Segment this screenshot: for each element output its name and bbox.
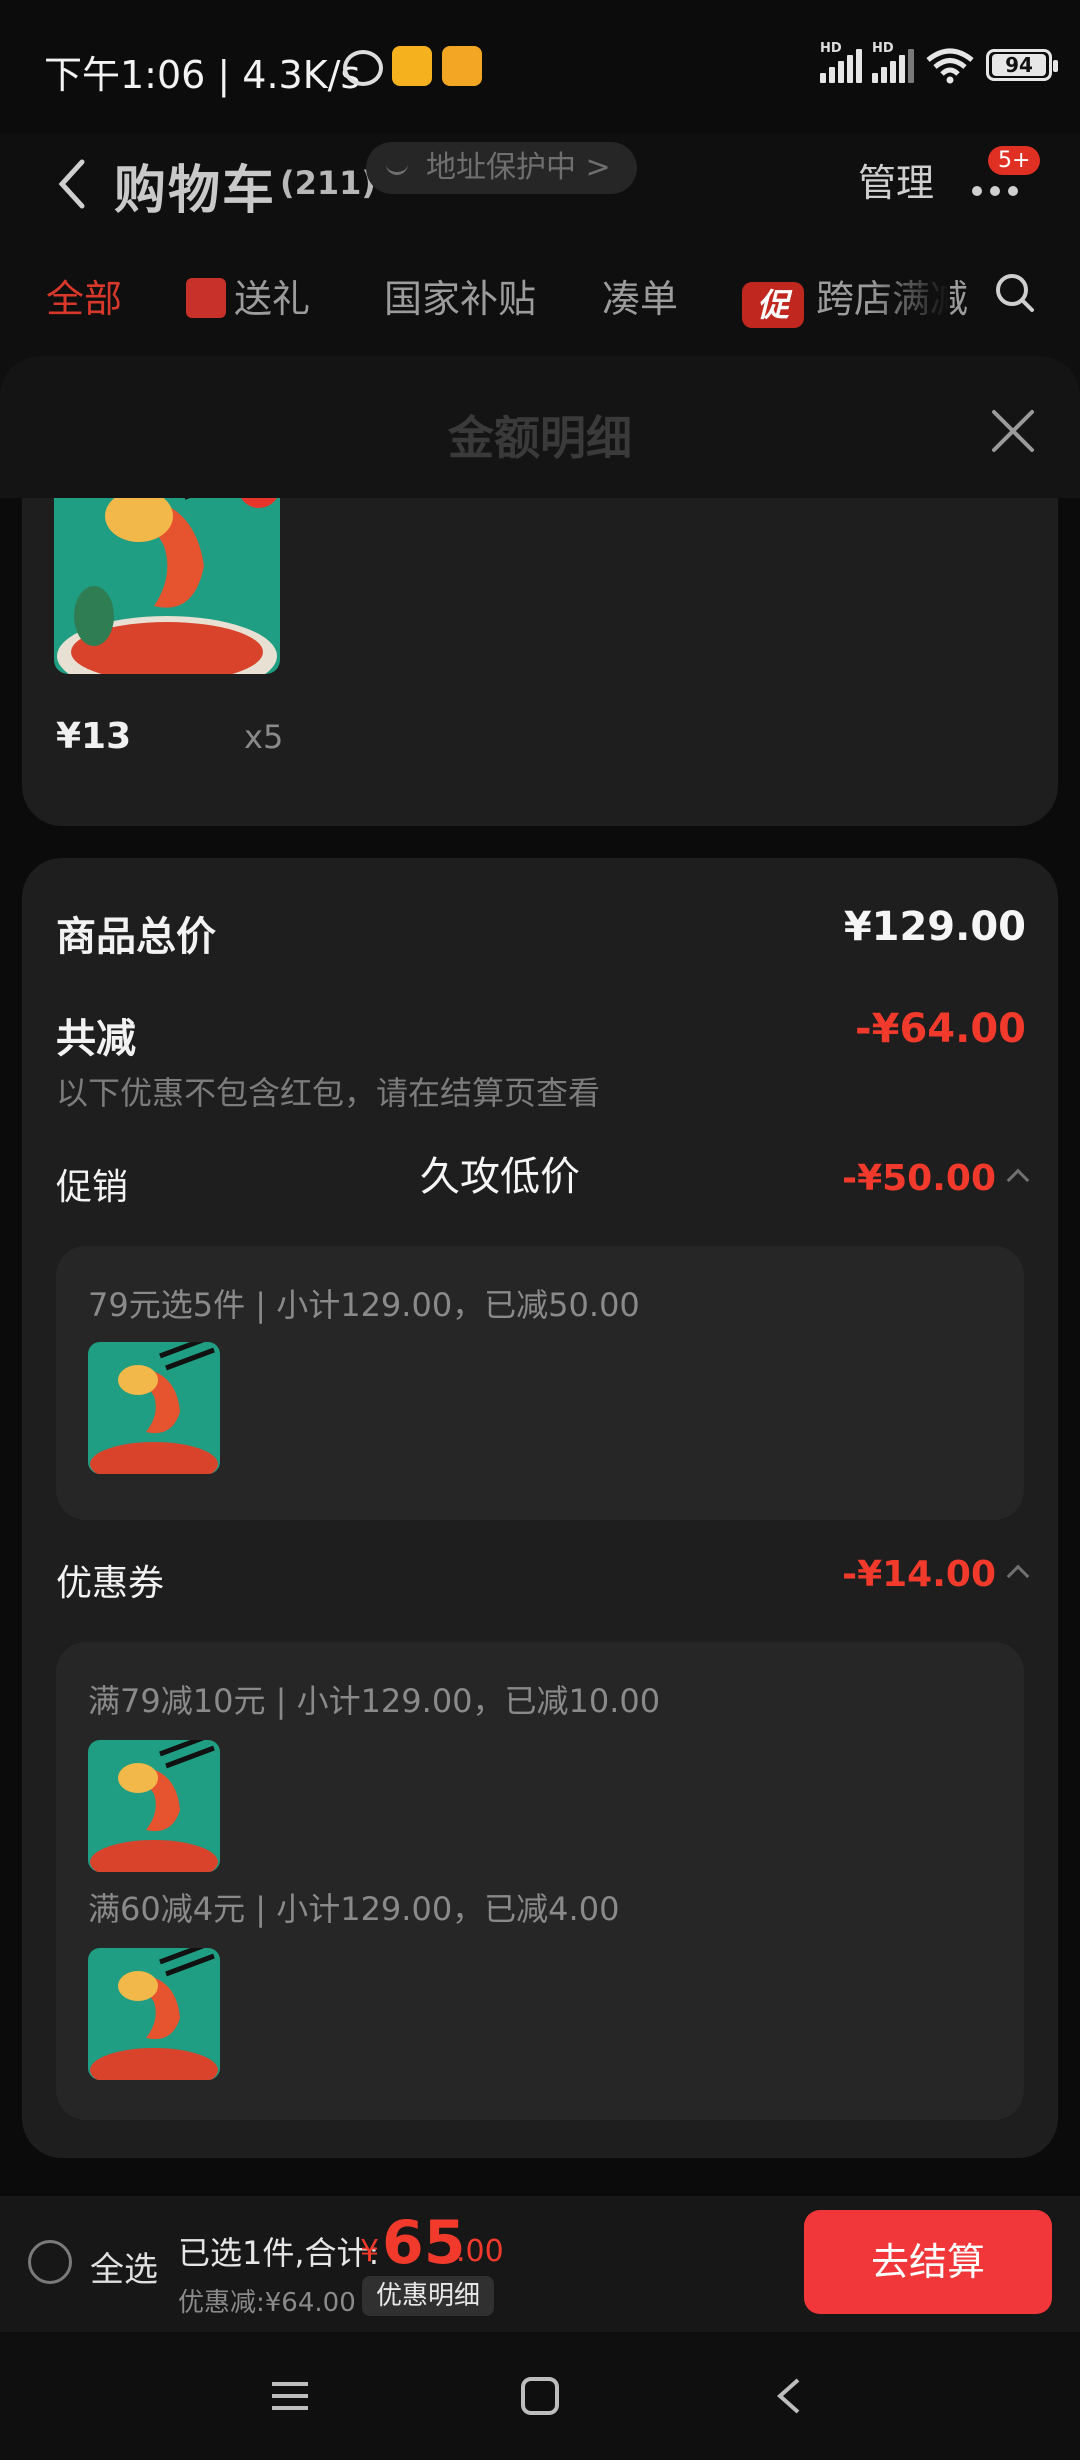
selection-summary: 已选1件,合计: <box>178 2234 380 2272</box>
product-thumbnail <box>88 1740 220 1872</box>
checkout-button[interactable]: 去结算 <box>804 2210 1052 2314</box>
coupon-label: 优惠券 <box>56 1563 165 1604</box>
page-title: 购物车 <box>114 161 277 221</box>
system-nav-bar <box>0 2332 1080 2460</box>
total-amount-integer: 65 <box>382 2208 466 2278</box>
message-app-icon <box>442 46 482 86</box>
sheet-header: 金额明细 <box>0 356 1080 498</box>
filter-tabs: 全部 送礼 国家补贴 凑单 促跨店满减 <box>0 238 1080 348</box>
tab-gift-label: 送礼 <box>234 277 311 321</box>
chevron-up-icon <box>1006 1168 1030 1192</box>
total-reduction-value: -¥64.00 <box>855 1006 1026 1052</box>
coupon-line: 满60减4元 | 小计129.00，已减4.00 <box>88 1890 620 1928</box>
checkout-bar: 全选 已选1件,合计: ¥ 65 .00 优惠减:¥64.00 优惠明细 去结算 <box>0 2196 1080 2332</box>
back-arrow-icon[interactable] <box>52 144 92 224</box>
status-time-speed: 下午1:06 | 4.3K/s <box>44 53 361 97</box>
signal-2-icon: HD <box>872 41 914 83</box>
select-all-radio[interactable] <box>28 2240 72 2284</box>
notification-badge: 5+ <box>988 146 1041 175</box>
total-amount-decimal: .00 <box>456 2234 504 2269</box>
item-quantity: x5 <box>244 718 284 756</box>
wifi-icon <box>926 48 974 84</box>
promotion-value-row[interactable]: -¥50.00 <box>842 1158 1030 1199</box>
address-protection-pill[interactable]: 地址保护中 > <box>366 142 637 194</box>
select-all-label[interactable]: 全选 <box>90 2242 158 2291</box>
gift-icon <box>186 278 226 318</box>
promotion-label: 促销 <box>56 1167 129 1208</box>
chevron-up-icon <box>1006 1564 1030 1588</box>
more-menu-icon[interactable]: 5+ <box>968 146 1041 206</box>
coupon-value-row[interactable]: -¥14.00 <box>842 1554 1030 1595</box>
coupon-value: -¥14.00 <box>842 1554 996 1595</box>
tab-gift[interactable]: 送礼 <box>186 268 310 323</box>
floating-text: 久攻低价 <box>420 1154 580 1200</box>
search-icon[interactable] <box>994 272 1036 314</box>
home-icon[interactable] <box>516 2372 564 2420</box>
status-right-icons: HD HD 94 <box>820 41 1058 84</box>
coupon-line: 满79减10元 | 小计129.00，已减10.00 <box>88 1682 661 1720</box>
reduction-note: 以下优惠不包含红包，请在结算页查看 <box>56 1074 601 1112</box>
status-bar: 下午1:06 | 4.3K/s HD HD 94 <box>0 0 1080 134</box>
close-icon[interactable] <box>988 406 1038 456</box>
back-icon[interactable] <box>766 2372 814 2420</box>
discount-summary: 优惠减:¥64.00 <box>178 2288 356 2318</box>
amount-detail-sheet: ¥13 x5 金额明细 商品总价 ¥129.00 共减 -¥64.00 以下优惠… <box>0 356 1080 2200</box>
battery-level: 94 <box>992 53 1046 77</box>
item-price: ¥13 <box>56 716 132 757</box>
signal-1-icon: HD <box>820 41 862 83</box>
weibo-app-icon <box>392 46 432 86</box>
selected-item-card: ¥13 x5 <box>22 456 1058 826</box>
coupon-detail-card: 满79减10元 | 小计129.00，已减10.00 满60减4元 | 小计12… <box>56 1642 1024 2120</box>
promotion-value: -¥50.00 <box>842 1158 996 1199</box>
tab-fade <box>870 238 950 348</box>
alarm-icon <box>343 50 383 86</box>
promotion-line: 79元选5件 | 小计129.00，已减50.00 <box>88 1286 640 1324</box>
manage-button[interactable]: 管理 <box>858 152 934 207</box>
tab-national-subsidy[interactable]: 国家补贴 <box>384 268 536 323</box>
promo-chip-icon: 促 <box>742 282 804 328</box>
menu-icon[interactable] <box>266 2372 314 2420</box>
price-breakdown-card: 商品总价 ¥129.00 共减 -¥64.00 以下优惠不包含红包，请在结算页查… <box>22 858 1058 2158</box>
cart-header: 购物车 (211) 地址保护中 > 管理 5+ <box>0 134 1080 238</box>
tab-bundle[interactable]: 凑单 <box>602 268 678 323</box>
total-price-value: ¥129.00 <box>843 904 1026 950</box>
cart-count: (211) <box>280 164 377 202</box>
product-thumbnail <box>88 1342 220 1474</box>
total-reduction-label: 共减 <box>56 1016 136 1062</box>
total-currency: ¥ <box>360 2234 380 2269</box>
total-price-label: 商品总价 <box>56 914 216 960</box>
tab-all[interactable]: 全部 <box>46 268 122 323</box>
promotion-detail-card: 79元选5件 | 小计129.00，已减50.00 <box>56 1246 1024 1520</box>
battery-icon: 94 <box>986 49 1058 81</box>
product-thumbnail <box>88 1948 220 2080</box>
sheet-title: 金额明细 <box>448 411 632 465</box>
discount-detail-button[interactable]: 优惠明细 <box>362 2276 495 2316</box>
